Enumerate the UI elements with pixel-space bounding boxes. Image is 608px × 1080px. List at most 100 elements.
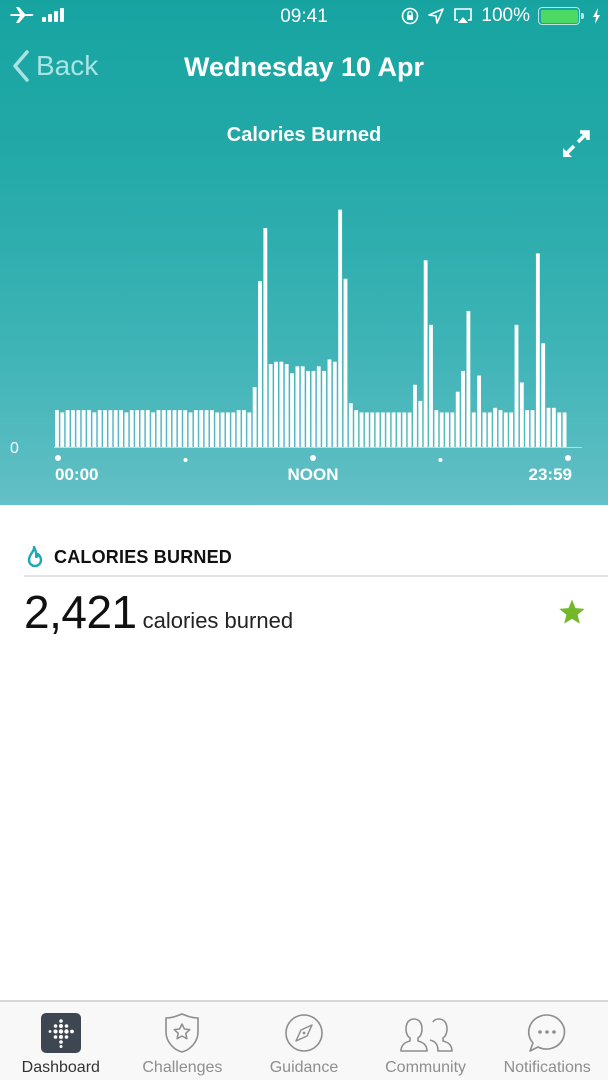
calorie-bar bbox=[124, 412, 129, 447]
goal-star-icon bbox=[559, 599, 585, 624]
calorie-bar bbox=[258, 281, 262, 447]
calorie-bar bbox=[455, 391, 460, 447]
calorie-bar bbox=[92, 412, 97, 447]
nav-bar: Back Wednesday 10 Apr bbox=[0, 40, 608, 96]
calorie-bar bbox=[359, 412, 364, 447]
calorie-bar bbox=[348, 403, 353, 447]
section-label: CALORIES BURNED bbox=[54, 546, 233, 567]
calorie-bar bbox=[274, 361, 278, 447]
calorie-bar bbox=[354, 410, 359, 447]
calorie-bar bbox=[300, 366, 305, 447]
calories-bar-chart: 0 00:00 NOON 23:59 bbox=[10, 209, 582, 484]
tab-bar: Dashboard Challenges Guidance Community … bbox=[0, 1000, 608, 1080]
calorie-bar bbox=[525, 410, 530, 447]
status-bar: 09:41 100% bbox=[0, 0, 608, 34]
calories-unit: calories burned bbox=[142, 608, 294, 633]
calorie-bar bbox=[418, 400, 423, 447]
calorie-bar bbox=[167, 410, 172, 447]
tab-dashboard[interactable]: Dashboard bbox=[0, 1002, 122, 1080]
calorie-bar bbox=[343, 278, 348, 447]
x-tick-dot bbox=[55, 455, 61, 461]
calorie-bar bbox=[193, 410, 198, 447]
calorie-bar bbox=[364, 412, 369, 447]
tab-notifications[interactable]: Notifications bbox=[486, 1002, 608, 1080]
airplay-icon bbox=[454, 8, 473, 23]
expand-icon[interactable] bbox=[560, 128, 592, 160]
calorie-bar bbox=[423, 260, 428, 447]
calorie-bar bbox=[461, 370, 465, 447]
calories-value: 2,421 bbox=[24, 586, 137, 638]
divider bbox=[24, 575, 608, 577]
calorie-bar bbox=[322, 370, 327, 447]
calorie-bar bbox=[103, 410, 107, 447]
calorie-bar bbox=[397, 412, 401, 447]
calorie-bar bbox=[284, 364, 289, 447]
x-tick-dot bbox=[310, 455, 316, 461]
calorie-bar bbox=[450, 412, 455, 447]
calorie-bar bbox=[220, 412, 225, 447]
calorie-bar bbox=[519, 382, 524, 447]
calorie-bar bbox=[108, 410, 113, 447]
calorie-bar bbox=[493, 407, 498, 447]
calorie-bar bbox=[231, 412, 236, 447]
calorie-bar bbox=[71, 410, 75, 447]
chart-title: Calories Burned bbox=[226, 124, 382, 146]
compass-icon bbox=[285, 1014, 323, 1052]
calorie-bar bbox=[145, 410, 150, 447]
page-title: Wednesday 10 Apr bbox=[183, 52, 425, 82]
calorie-bar bbox=[209, 410, 214, 447]
x-tick-label-noon: NOON bbox=[288, 465, 339, 484]
calorie-bar bbox=[375, 412, 380, 447]
calorie-bar bbox=[530, 410, 535, 447]
calorie-bar bbox=[119, 410, 123, 447]
x-tick-dot bbox=[438, 458, 443, 462]
tab-label: Dashboard bbox=[21, 1059, 100, 1076]
rotation-lock-icon bbox=[402, 7, 419, 25]
challenges-icon bbox=[165, 1013, 200, 1053]
calorie-bar bbox=[252, 387, 257, 447]
calorie-bar bbox=[81, 410, 86, 447]
tab-label: Challenges bbox=[142, 1059, 223, 1076]
calorie-bar bbox=[562, 412, 567, 447]
calorie-bar bbox=[338, 209, 343, 447]
calorie-bar bbox=[402, 412, 407, 447]
tab-challenges[interactable]: Challenges bbox=[122, 1002, 244, 1080]
calorie-bar bbox=[65, 410, 70, 447]
calorie-bar bbox=[466, 311, 471, 447]
calorie-bar bbox=[97, 410, 102, 447]
calorie-bar bbox=[290, 373, 294, 447]
calorie-bar bbox=[263, 228, 268, 447]
calorie-bar bbox=[279, 361, 284, 447]
chart-header-background: 09:41 100% Back Wednesday 10 Apr Calorie… bbox=[0, 0, 608, 505]
calorie-bar bbox=[434, 410, 439, 447]
calorie-bar bbox=[156, 410, 161, 447]
calorie-bar bbox=[172, 410, 177, 447]
x-tick-label-end: 23:59 bbox=[529, 465, 572, 484]
calorie-bar bbox=[380, 412, 385, 447]
flame-icon bbox=[27, 546, 43, 568]
dashboard-icon bbox=[40, 1013, 81, 1053]
calorie-bar bbox=[60, 412, 65, 447]
calorie-bar bbox=[541, 343, 546, 447]
calorie-bar bbox=[514, 324, 519, 447]
calorie-bar bbox=[407, 412, 412, 447]
calorie-bar bbox=[113, 410, 118, 447]
calorie-bar bbox=[87, 410, 91, 447]
calorie-bar bbox=[215, 412, 220, 447]
calorie-bar bbox=[55, 410, 59, 447]
calorie-bar bbox=[161, 410, 166, 447]
calorie-bar bbox=[482, 412, 487, 447]
calorie-bar bbox=[498, 410, 503, 447]
tab-community[interactable]: Community bbox=[365, 1002, 487, 1080]
calorie-bar bbox=[311, 370, 316, 447]
tab-label: Guidance bbox=[269, 1059, 339, 1076]
tab-label: Notifications bbox=[503, 1059, 591, 1076]
calorie-bar bbox=[268, 364, 273, 447]
calorie-bar bbox=[226, 412, 230, 447]
calorie-bar bbox=[236, 410, 241, 447]
tab-guidance[interactable]: Guidance bbox=[243, 1002, 365, 1080]
calorie-bar bbox=[247, 412, 252, 447]
charging-icon bbox=[593, 8, 600, 24]
calorie-bar bbox=[391, 412, 396, 447]
calorie-bar bbox=[188, 412, 193, 447]
